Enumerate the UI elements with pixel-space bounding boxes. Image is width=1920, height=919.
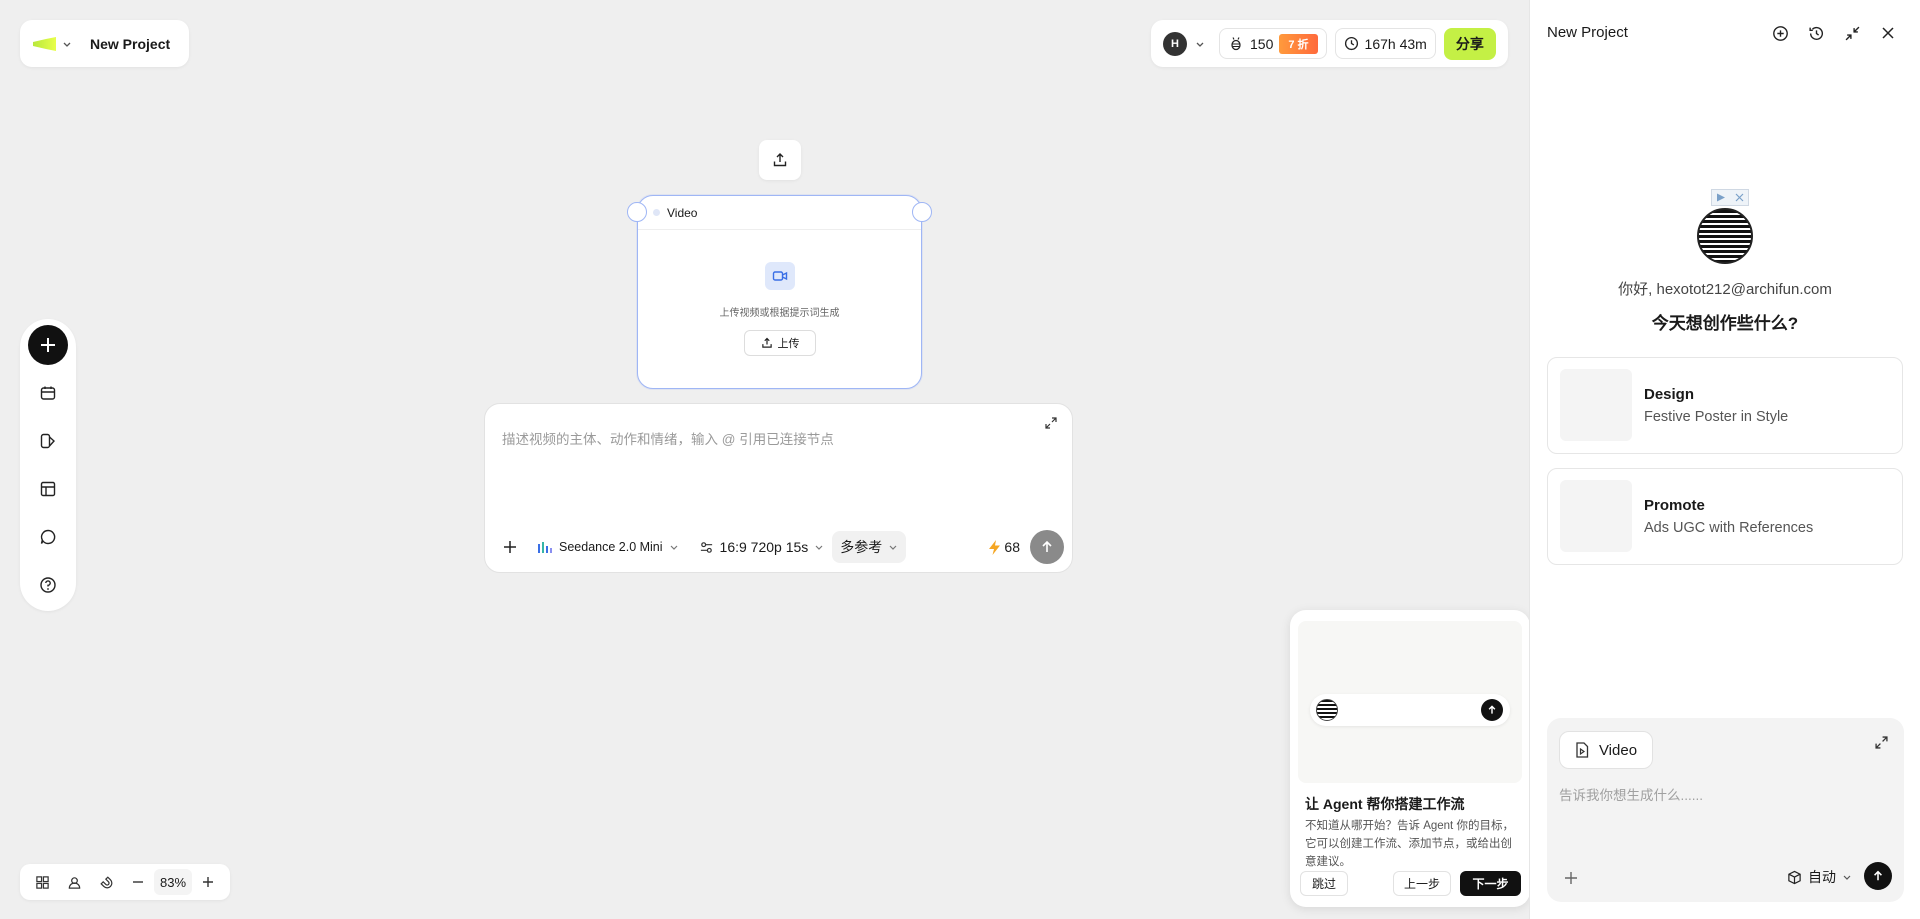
close-icon[interactable] xyxy=(1876,21,1900,45)
suggestion-subtitle: Festive Poster in Style xyxy=(1644,409,1789,425)
bee-icon xyxy=(1228,36,1244,52)
avatar[interactable]: H xyxy=(1163,31,1187,56)
chevron-down-icon xyxy=(669,542,679,552)
clock-icon xyxy=(1344,36,1359,51)
prompt-box: 描述视频的主体、动作和情绪，输入 @ 引用已连接节点 Seedance 2.0 … xyxy=(484,403,1073,573)
left-toolbar xyxy=(20,319,76,611)
zoom-level[interactable]: 83% xyxy=(154,869,192,895)
zoom-out-button[interactable] xyxy=(122,866,154,898)
cost-value: 68 xyxy=(1004,539,1020,555)
node-upload-label: 上传 xyxy=(777,338,800,350)
agent-composer: Video 告诉我你想生成什么...... 自动 xyxy=(1547,718,1904,902)
status-bar: H 150 7 折 167h 43m 分享 xyxy=(1151,20,1508,67)
video-settings: 16:9 720p 15s xyxy=(719,539,809,555)
time-pill[interactable]: 167h 43m xyxy=(1334,28,1436,59)
history-icon[interactable] xyxy=(1804,21,1828,45)
credits-pill[interactable]: 150 7 折 xyxy=(1219,28,1327,59)
agent-avatar-icon xyxy=(1697,208,1753,264)
magnet-icon[interactable] xyxy=(90,866,122,898)
discount-badge: 7 折 xyxy=(1279,33,1318,54)
model-select[interactable]: Seedance 2.0 Mini xyxy=(529,531,687,563)
mode-label: 自动 xyxy=(1808,869,1836,885)
mini-composer xyxy=(1310,694,1510,726)
time-left: 167h 43m xyxy=(1364,35,1427,52)
expand-icon[interactable] xyxy=(1870,731,1892,753)
shapes-icon[interactable] xyxy=(28,421,68,461)
sliders-icon xyxy=(699,540,714,555)
upload-icon xyxy=(761,337,773,349)
model-name: Seedance 2.0 Mini xyxy=(559,540,663,554)
collapse-icon[interactable] xyxy=(1840,21,1864,45)
video-node[interactable]: Video 上传视频或根据提示词生成 上传 xyxy=(627,195,932,389)
tour-preview xyxy=(1298,621,1522,783)
chevron-down-icon[interactable] xyxy=(1195,39,1205,49)
video-settings-select[interactable]: 16:9 720p 15s xyxy=(691,531,833,563)
suggestion-title: Promote xyxy=(1644,497,1705,514)
ad-badge-icon xyxy=(1711,189,1749,206)
video-context-chip[interactable]: Video xyxy=(1559,731,1653,769)
user-icon[interactable] xyxy=(58,866,90,898)
agent-input[interactable]: 告诉我你想生成什么...... xyxy=(1559,784,1703,804)
new-chat-icon[interactable] xyxy=(1768,21,1792,45)
reference-mode-select[interactable]: 多参考 xyxy=(832,531,907,563)
cost-display: 68 xyxy=(980,531,1028,563)
share-button[interactable]: 分享 xyxy=(1443,27,1496,60)
add-attachment-button[interactable] xyxy=(1559,866,1583,890)
agent-avatar-icon xyxy=(1316,699,1338,721)
tour-skip-button[interactable]: 跳过 xyxy=(1300,871,1348,896)
suggestion-title: Design xyxy=(1644,386,1695,403)
app-logo-icon xyxy=(32,36,56,51)
help-icon[interactable] xyxy=(28,565,68,605)
expand-icon[interactable] xyxy=(1040,412,1062,434)
node-title: Video xyxy=(667,205,698,220)
tour-prev-button[interactable]: 上一步 xyxy=(1393,871,1451,896)
panel-title: New Project xyxy=(1547,24,1628,41)
context-chip-label: Video xyxy=(1598,741,1638,759)
add-node-button[interactable] xyxy=(28,325,68,365)
prompt-input[interactable]: 描述视频的主体、动作和情绪，输入 @ 引用已连接节点 xyxy=(502,428,834,448)
zoom-in-button[interactable] xyxy=(192,866,224,898)
chevron-down-icon[interactable] xyxy=(62,39,72,49)
node-upload-button[interactable]: 上传 xyxy=(744,330,816,356)
suggestion-card[interactable]: Design Festive Poster in Style xyxy=(1547,357,1903,454)
grid-icon[interactable] xyxy=(26,866,58,898)
send-button[interactable] xyxy=(1030,530,1064,564)
tour-body: 不知道从哪开始？告诉 Agent 你的目标，它可以创建工作流、添加节点，或给出创… xyxy=(1305,820,1514,868)
chevron-down-icon xyxy=(1842,872,1852,882)
greeting: 你好, hexotot212@archifun.com xyxy=(1618,281,1832,298)
credits-count: 150 xyxy=(1250,35,1274,52)
agent-panel: New Project 你好, hexotot212@archifun.com … xyxy=(1529,0,1920,919)
cube-icon xyxy=(1787,870,1802,885)
zoom-toolbar: 83% xyxy=(20,864,230,900)
model-bars-icon xyxy=(537,541,553,553)
chevron-down-icon xyxy=(814,542,824,552)
node-status-dot xyxy=(653,209,660,216)
suggestion-thumbnail xyxy=(1560,369,1632,441)
lightning-icon xyxy=(988,539,1001,555)
video-camera-icon xyxy=(765,262,795,290)
node-hint: 上传视频或根据提示词生成 xyxy=(719,308,840,319)
add-reference-button[interactable] xyxy=(495,531,525,563)
project-title: New Project xyxy=(90,35,171,52)
reference-mode: 多参考 xyxy=(840,539,883,555)
suggestion-card[interactable]: Promote Ads UGC with References xyxy=(1547,468,1903,565)
suggestion-thumbnail xyxy=(1560,480,1632,552)
send-icon xyxy=(1481,699,1503,721)
suggestion-subtitle: Ads UGC with References xyxy=(1644,520,1814,536)
upload-button[interactable] xyxy=(759,140,801,180)
layout-icon[interactable] xyxy=(28,469,68,509)
chevron-down-icon xyxy=(888,542,898,552)
node-output-handle[interactable] xyxy=(912,202,932,222)
onboarding-tooltip: 让 Agent 帮你搭建工作流 不知道从哪开始？告诉 Agent 你的目标，它可… xyxy=(1290,610,1530,907)
mode-select[interactable]: 自动 xyxy=(1787,864,1852,890)
project-menu[interactable]: New Project xyxy=(20,20,189,67)
question: 今天想创作些什么? xyxy=(1651,314,1799,333)
video-file-icon xyxy=(1575,742,1589,758)
chat-icon[interactable] xyxy=(28,517,68,557)
tour-next-button[interactable]: 下一步 xyxy=(1460,871,1521,896)
calendar-icon[interactable] xyxy=(28,373,68,413)
agent-send-button[interactable] xyxy=(1864,862,1892,890)
node-input-handle[interactable] xyxy=(627,202,647,222)
